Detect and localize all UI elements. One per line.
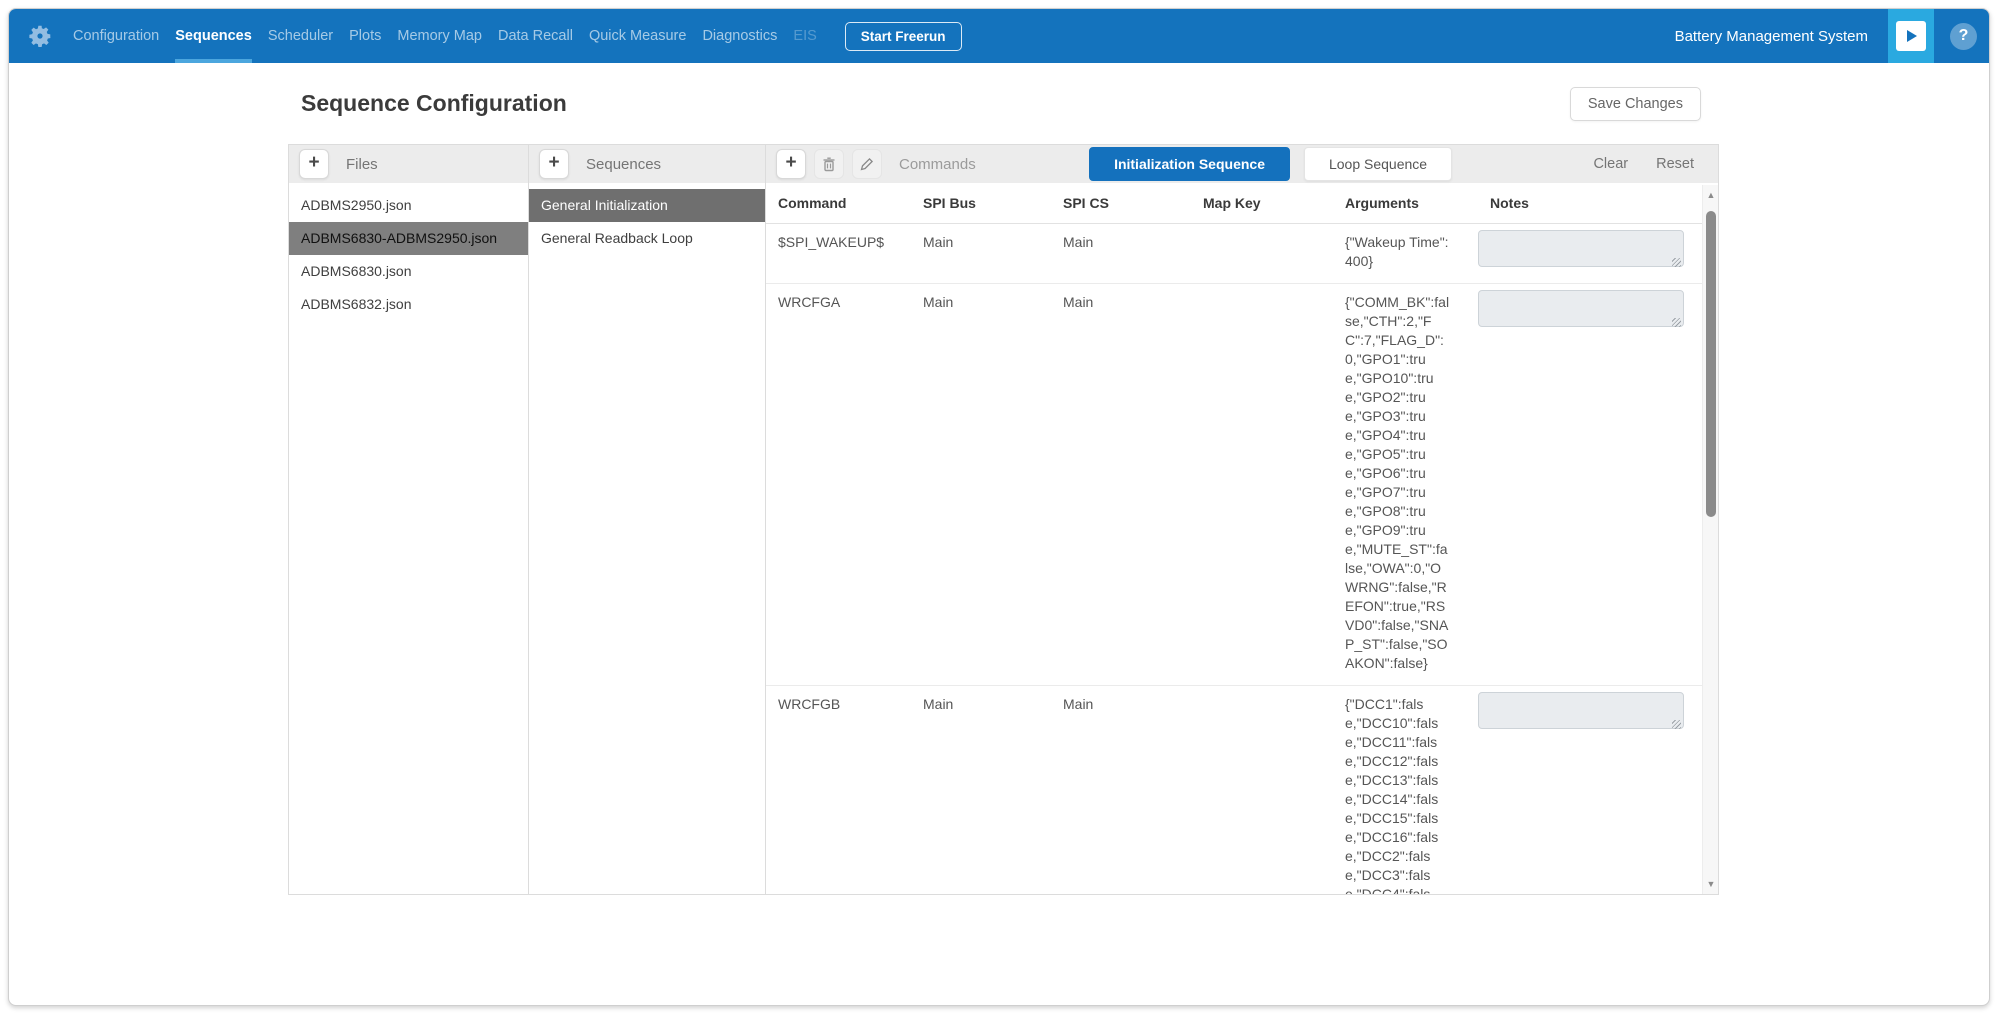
- scroll-up-icon[interactable]: ▲: [1703, 187, 1719, 203]
- trash-icon: [822, 157, 836, 172]
- reset-link[interactable]: Reset: [1656, 156, 1694, 172]
- nav-item-data-recall[interactable]: Data Recall: [490, 9, 581, 63]
- nav-item-configuration[interactable]: Configuration: [65, 9, 167, 63]
- sequence-type-tabs: Initialization Sequence Loop Sequence: [1089, 147, 1452, 181]
- nav-item-diagnostics[interactable]: Diagnostics: [694, 9, 785, 63]
- cell-arguments: {"COMM_BK":false,"CTH":2,"FC":7,"FLAG_D"…: [1333, 284, 1478, 685]
- column-header-spi-cs: SPI CS: [1051, 195, 1191, 211]
- cell-command: WRCFGA: [766, 284, 911, 685]
- sequences-panel-title: Sequences: [586, 156, 661, 173]
- nav-right: Battery Management System ?: [1675, 9, 1989, 63]
- list-item-adbms2950-json[interactable]: ADBMS2950.json: [289, 189, 528, 222]
- clear-link[interactable]: Clear: [1593, 156, 1628, 172]
- cell-map-key: [1191, 224, 1333, 283]
- notes-box: [1478, 692, 1684, 734]
- nav-item-eis: EIS: [785, 9, 824, 63]
- brand-title: Battery Management System: [1675, 28, 1868, 45]
- tab-initialization-sequence[interactable]: Initialization Sequence: [1089, 147, 1290, 181]
- nav-items: ConfigurationSequencesSchedulerPlotsMemo…: [65, 9, 825, 63]
- nav-item-scheduler[interactable]: Scheduler: [260, 9, 341, 63]
- app-window: ConfigurationSequencesSchedulerPlotsMemo…: [8, 8, 1990, 1006]
- pencil-icon: [860, 157, 874, 171]
- files-panel-title: Files: [346, 156, 378, 173]
- column-header-spi-bus: SPI Bus: [911, 195, 1051, 211]
- commands-table-body: $SPI_WAKEUP$MainMain{"Wakeup Time":400}W…: [766, 224, 1702, 894]
- command-row-wrcfgb[interactable]: WRCFGBMainMain{"DCC1":false,"DCC10":fals…: [766, 686, 1702, 894]
- page-header: Sequence Configuration Save Changes: [9, 63, 1989, 144]
- cell-spi-cs: Main: [1051, 284, 1191, 685]
- gear-icon[interactable]: [27, 23, 53, 49]
- commands-panel-header: + Commands Initialization: [766, 145, 1718, 183]
- files-list: ADBMS2950.jsonADBMS6830-ADBMS2950.jsonAD…: [289, 183, 528, 321]
- nav-item-plots[interactable]: Plots: [341, 9, 389, 63]
- cell-map-key: [1191, 686, 1333, 894]
- nav-item-memory-map[interactable]: Memory Map: [389, 9, 490, 63]
- cell-map-key: [1191, 284, 1333, 685]
- column-header-command: Command: [766, 195, 911, 211]
- cell-arguments: {"Wakeup Time":400}: [1333, 224, 1478, 283]
- notes-input[interactable]: [1478, 692, 1684, 729]
- commands-scrollbar[interactable]: ▲ ▼: [1702, 185, 1718, 894]
- notes-input[interactable]: [1478, 230, 1684, 267]
- command-row-wrcfga[interactable]: WRCFGAMainMain{"COMM_BK":false,"CTH":2,"…: [766, 284, 1702, 686]
- edit-command-button[interactable]: [852, 149, 882, 179]
- run-button[interactable]: [1888, 9, 1934, 63]
- notes-box: [1478, 290, 1684, 332]
- cell-spi-bus: Main: [911, 224, 1051, 283]
- list-item-general-readback-loop[interactable]: General Readback Loop: [529, 222, 765, 255]
- add-file-button[interactable]: +: [299, 149, 329, 179]
- commands-table-header: CommandSPI BusSPI CSMap KeyArgumentsNote…: [766, 183, 1702, 224]
- tab-loop-sequence[interactable]: Loop Sequence: [1304, 147, 1452, 181]
- start-freerun-button[interactable]: Start Freerun: [845, 22, 962, 51]
- nav-item-quick-measure[interactable]: Quick Measure: [581, 9, 695, 63]
- cell-spi-bus: Main: [911, 284, 1051, 685]
- notes-box: [1478, 230, 1684, 272]
- cell-spi-bus: Main: [911, 686, 1051, 894]
- column-header-notes: Notes: [1478, 195, 1702, 211]
- cell-notes: [1478, 284, 1702, 685]
- sequences-panel-header: + Sequences: [529, 145, 765, 183]
- add-command-button[interactable]: +: [776, 149, 806, 179]
- help-icon[interactable]: ?: [1950, 23, 1977, 50]
- files-panel-header: + Files: [289, 145, 528, 183]
- sequences-panel: + Sequences General InitializationGenera…: [529, 145, 766, 894]
- save-changes-button[interactable]: Save Changes: [1570, 87, 1701, 121]
- notes-input[interactable]: [1478, 290, 1684, 327]
- cell-notes: [1478, 686, 1702, 894]
- sequences-list: General InitializationGeneral Readback L…: [529, 183, 765, 255]
- page-title: Sequence Configuration: [301, 90, 567, 117]
- delete-command-button[interactable]: [814, 149, 844, 179]
- files-panel: + Files ADBMS2950.jsonADBMS6830-ADBMS295…: [289, 145, 529, 894]
- commands-panel: + Commands Initialization: [766, 145, 1718, 894]
- list-item-adbms6830-adbms2950-json[interactable]: ADBMS6830-ADBMS2950.json: [289, 222, 528, 255]
- add-sequence-button[interactable]: +: [539, 149, 569, 179]
- commands-panel-title: Commands: [899, 156, 976, 173]
- commands-actions: Clear Reset: [1565, 156, 1694, 172]
- scrollbar-thumb[interactable]: [1706, 211, 1716, 517]
- list-item-adbms6830-json[interactable]: ADBMS6830.json: [289, 255, 528, 288]
- cell-arguments: {"DCC1":false,"DCC10":false,"DCC11":fals…: [1333, 686, 1478, 894]
- play-icon: [1896, 21, 1926, 51]
- column-header-map-key: Map Key: [1191, 195, 1333, 211]
- cell-notes: [1478, 224, 1702, 283]
- top-nav: ConfigurationSequencesSchedulerPlotsMemo…: [9, 9, 1989, 63]
- cell-spi-cs: Main: [1051, 224, 1191, 283]
- cell-command: $SPI_WAKEUP$: [766, 224, 911, 283]
- list-item-general-initialization[interactable]: General Initialization: [529, 189, 765, 222]
- command-row-spi-wakeup[interactable]: $SPI_WAKEUP$MainMain{"Wakeup Time":400}: [766, 224, 1702, 284]
- scroll-down-icon[interactable]: ▼: [1703, 876, 1719, 892]
- list-item-adbms6832-json[interactable]: ADBMS6832.json: [289, 288, 528, 321]
- panels-container: + Files ADBMS2950.jsonADBMS6830-ADBMS295…: [288, 144, 1719, 895]
- column-header-arguments: Arguments: [1333, 195, 1478, 211]
- cell-command: WRCFGB: [766, 686, 911, 894]
- cell-spi-cs: Main: [1051, 686, 1191, 894]
- nav-item-sequences[interactable]: Sequences: [167, 9, 260, 63]
